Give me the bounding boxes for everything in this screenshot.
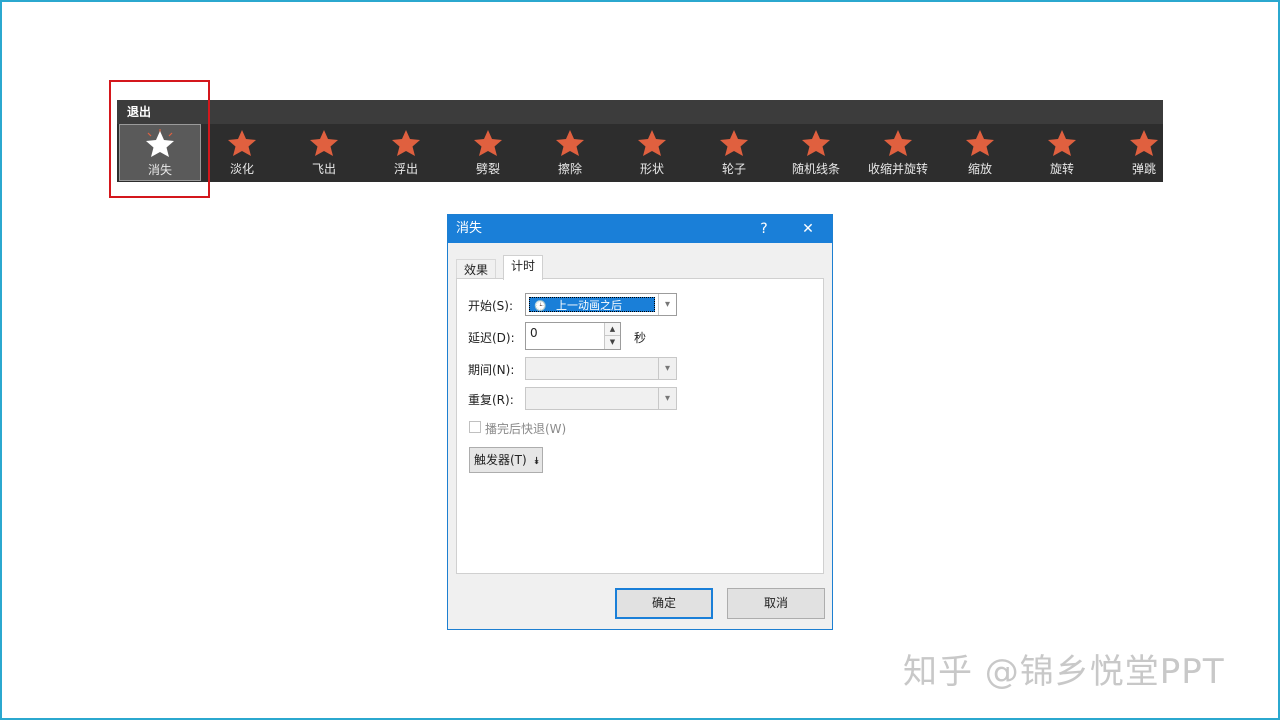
- start-dropdown[interactable]: 🕒 上一动画之后 ▾: [525, 293, 677, 316]
- anim-item[interactable]: 随机线条: [775, 124, 857, 182]
- cancel-button[interactable]: 取消: [727, 588, 825, 619]
- start-selected: 🕒 上一动画之后: [529, 297, 655, 312]
- gallery-items: 消失 淡化 飞出 浮出 劈裂 擦除 形状 轮子 随机线条 收缩并旋转 缩放 旋转 弹跳: [117, 124, 1163, 182]
- tab-effect[interactable]: 效果: [456, 259, 497, 279]
- anim-label: 劈裂: [475, 162, 500, 176]
- star-wheel-icon: [720, 130, 748, 156]
- trigger-button[interactable]: 触发器(T) ⯯: [469, 447, 543, 473]
- anim-label: 飞出: [311, 162, 336, 176]
- start-label: 开始(S):: [468, 299, 514, 313]
- highlight-box: [109, 80, 210, 198]
- anim-item[interactable]: 轮子: [693, 124, 775, 182]
- help-button[interactable]: ?: [744, 215, 784, 243]
- start-value: 上一动画之后: [555, 299, 622, 312]
- gallery-header: 退出: [117, 100, 1163, 124]
- trigger-label: 触发器(T): [474, 453, 527, 467]
- anim-item[interactable]: 淡化: [201, 124, 283, 182]
- anim-item[interactable]: 弹跳: [1103, 124, 1185, 182]
- exit-animation-gallery: 退出 消失 淡化 飞出 浮出 劈裂 擦除 形状 轮子 随机线条 收缩并旋转 缩放 旋转 弹跳: [117, 100, 1163, 182]
- dialog-title: 消失: [456, 221, 483, 236]
- chevron-down-icon[interactable]: ▾: [658, 294, 676, 315]
- star-split-icon: [474, 130, 502, 156]
- star-bounce-icon: [1130, 130, 1158, 156]
- spin-up-icon[interactable]: ▲: [604, 323, 620, 336]
- double-chevron-down-icon: ⯯: [533, 456, 540, 467]
- star-shrink-turn-icon: [884, 130, 912, 156]
- star-zoom-icon: [966, 130, 994, 156]
- rewind-label: 播完后快退(W): [485, 422, 567, 436]
- anim-label: 轮子: [721, 162, 746, 176]
- repeat-dropdown[interactable]: ▾: [525, 387, 677, 410]
- repeat-label: 重复(R):: [468, 393, 514, 407]
- anim-label: 擦除: [557, 162, 582, 176]
- anim-label: 缩放: [967, 162, 992, 176]
- anim-item[interactable]: 收缩并旋转: [857, 124, 939, 182]
- anim-item[interactable]: 缩放: [939, 124, 1021, 182]
- star-swivel-icon: [1048, 130, 1076, 156]
- clock-icon: 🕒: [534, 301, 547, 312]
- anim-item[interactable]: 旋转: [1021, 124, 1103, 182]
- star-wipe-icon: [556, 130, 584, 156]
- close-button[interactable]: ✕: [788, 215, 828, 243]
- anim-label: 旋转: [1049, 162, 1074, 176]
- spin-down-icon[interactable]: ▼: [604, 336, 620, 349]
- animation-dialog: 消失 ? ✕ 效果 计时 开始(S): 🕒 上一动画之后 ▾ 延迟(D): 0 …: [447, 214, 833, 630]
- duration-label: 期间(N):: [468, 363, 515, 377]
- delay-unit: 秒: [634, 331, 647, 345]
- anim-label: 形状: [639, 162, 664, 176]
- anim-label: 收缩并旋转: [867, 162, 928, 176]
- ok-button[interactable]: 确定: [615, 588, 713, 619]
- delay-stepper[interactable]: 0 ▲ ▼: [525, 322, 621, 350]
- delay-label: 延迟(D):: [468, 331, 515, 345]
- anim-item[interactable]: 劈裂: [447, 124, 529, 182]
- dialog-titlebar: 消失 ? ✕: [448, 215, 832, 243]
- anim-label: 弹跳: [1131, 162, 1156, 176]
- chevron-down-icon[interactable]: ▾: [658, 358, 676, 379]
- anim-item[interactable]: 飞出: [283, 124, 365, 182]
- anim-label: 浮出: [393, 162, 418, 176]
- anim-item[interactable]: 擦除: [529, 124, 611, 182]
- anim-item[interactable]: 浮出: [365, 124, 447, 182]
- anim-label: 随机线条: [791, 162, 840, 176]
- star-float-icon: [392, 130, 420, 156]
- tab-timing[interactable]: 计时: [503, 255, 544, 280]
- anim-item[interactable]: 形状: [611, 124, 693, 182]
- rewind-checkbox[interactable]: [469, 421, 481, 433]
- star-shape-icon: [638, 130, 666, 156]
- star-lines-icon: [802, 130, 830, 156]
- star-icon: [228, 130, 256, 156]
- anim-label: 淡化: [229, 162, 254, 176]
- duration-dropdown[interactable]: ▾: [525, 357, 677, 380]
- chevron-down-icon[interactable]: ▾: [658, 388, 676, 409]
- timing-panel: 开始(S): 🕒 上一动画之后 ▾ 延迟(D): 0 ▲ ▼ 秒 期间(N): …: [456, 278, 824, 574]
- delay-value[interactable]: 0: [530, 326, 538, 340]
- star-fly-out-icon: [310, 130, 338, 156]
- watermark: 知乎 @锦乡悦堂PPT: [903, 652, 1225, 692]
